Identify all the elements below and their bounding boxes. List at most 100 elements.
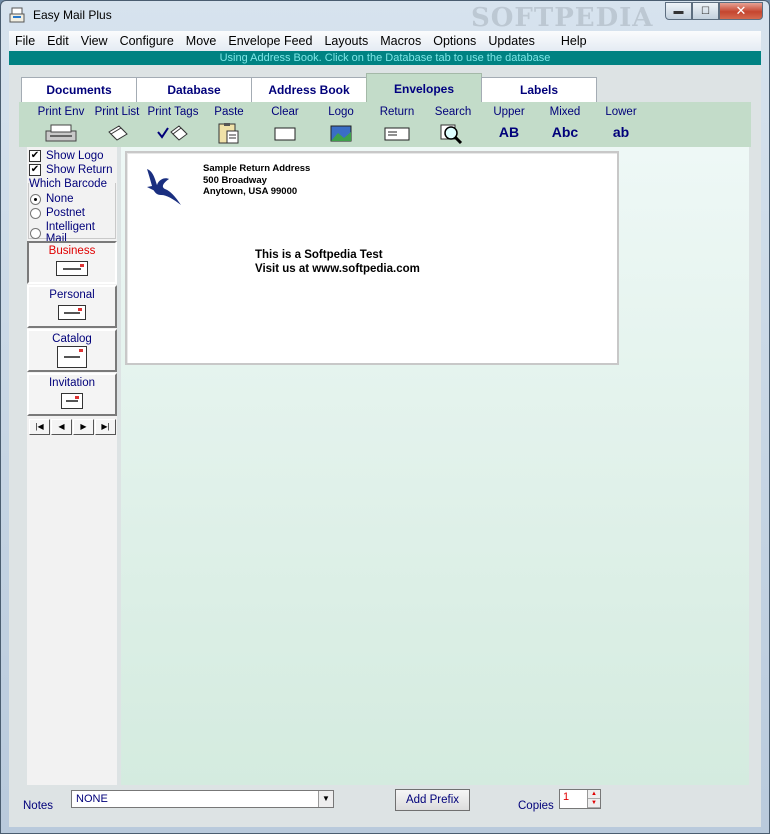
lower-case-button[interactable]: Lower ab <box>593 106 649 140</box>
menu-edit[interactable]: Edit <box>41 34 75 48</box>
logo-button[interactable]: Logo <box>313 106 369 144</box>
radio-selected-icon <box>30 193 41 205</box>
nav-prev-button[interactable]: ◀ <box>51 419 72 435</box>
tab-database[interactable]: Database <box>136 77 252 102</box>
search-button[interactable]: Search <box>425 106 481 144</box>
return-address-line: 500 Broadway <box>203 175 267 186</box>
radio-icon <box>30 207 41 219</box>
check-icon: ✔ <box>29 164 41 176</box>
close-button[interactable]: ✕ <box>719 2 763 20</box>
bottom-bar: Notes NONE ▼ Add Prefix Copies 1 ▲ ▼ <box>9 785 761 827</box>
maximize-button[interactable]: ☐ <box>692 2 719 20</box>
catalog-envelope-icon <box>57 346 87 368</box>
menu-file[interactable]: File <box>9 34 41 48</box>
paste-icon <box>218 123 239 144</box>
show-return-label: Show Return <box>46 164 113 176</box>
logo-bird-icon <box>147 169 181 205</box>
tab-envelopes[interactable]: Envelopes <box>366 73 482 103</box>
show-logo-checkbox[interactable]: ✔ Show Logo <box>29 150 104 162</box>
tab-documents[interactable]: Documents <box>21 77 137 102</box>
menu-macros[interactable]: Macros <box>374 34 427 48</box>
barcode-none-label: None <box>46 193 74 205</box>
window-title: Easy Mail Plus <box>33 8 112 22</box>
nav-next-button[interactable]: ▶ <box>73 419 94 435</box>
menu-layouts[interactable]: Layouts <box>318 34 374 48</box>
tags-icon <box>108 125 128 141</box>
nav-first-button[interactable]: |◀ <box>29 419 50 435</box>
menu-view[interactable]: View <box>75 34 114 48</box>
title-bar: Easy Mail Plus SOFTPEDIA ▬ ☐ ✕ <box>1 1 769 33</box>
logo-label: Logo <box>328 106 354 118</box>
invitation-envelope-icon <box>61 393 83 409</box>
toolbar: Print Env Print List Print Tags Paste Cl… <box>19 102 751 147</box>
print-envelope-button[interactable]: Print Env <box>33 106 89 144</box>
magnifier-icon <box>440 124 463 144</box>
personal-envelope-icon <box>58 305 86 320</box>
spin-buttons[interactable]: ▲ ▼ <box>587 790 600 808</box>
copies-label: Copies <box>518 800 554 812</box>
spin-up-icon[interactable]: ▲ <box>588 790 600 799</box>
barcode-group-title: Which Barcode <box>29 178 109 190</box>
return-address-icon <box>384 127 410 141</box>
print-tags-label: Print Tags <box>147 106 199 118</box>
menu-envelope-feed[interactable]: Envelope Feed <box>222 34 318 48</box>
envelope-type-business[interactable]: Business <box>27 241 117 284</box>
envelope-type-personal[interactable]: Personal <box>27 285 117 328</box>
clear-button[interactable]: Clear <box>257 106 313 144</box>
envelope-type-invitation[interactable]: Invitation <box>27 373 117 416</box>
mixed-case-icon: Abc <box>551 124 579 140</box>
barcode-radio-none[interactable]: None <box>30 193 74 205</box>
envelope-preview[interactable]: Sample Return Address 500 Broadway Anyto… <box>125 151 619 365</box>
check-tags-icon <box>157 125 188 141</box>
business-envelope-icon <box>56 261 88 276</box>
print-envelope-label: Print Env <box>37 106 85 118</box>
mixed-case-button[interactable]: Mixed Abc <box>537 106 593 140</box>
app-frame: Documents Database Address Book Envelope… <box>9 65 761 827</box>
clear-label: Clear <box>271 106 299 118</box>
print-list-button[interactable]: Print List <box>89 106 145 144</box>
status-message: Using Address Book. Click on the Databas… <box>9 51 761 65</box>
options-panel: ✔ Show Logo ✔ Show Return Which Barcode … <box>27 147 117 787</box>
envelope-type-catalog[interactable]: Catalog <box>27 329 117 372</box>
barcode-radio-postnet[interactable]: Postnet <box>30 207 85 219</box>
tab-labels[interactable]: Labels <box>481 77 597 102</box>
print-tags-button[interactable]: Print Tags <box>145 106 201 144</box>
return-address-line: Sample Return Address <box>203 163 311 174</box>
envelope-type-label: Business <box>48 245 96 257</box>
paste-button[interactable]: Paste <box>201 106 257 144</box>
add-prefix-button[interactable]: Add Prefix <box>395 789 470 811</box>
show-logo-label: Show Logo <box>46 150 104 162</box>
return-label: Return <box>379 106 415 118</box>
envelope-type-label: Personal <box>49 289 95 301</box>
app-icon <box>9 7 25 23</box>
spin-down-icon[interactable]: ▼ <box>588 799 600 808</box>
minimize-button[interactable]: ▬ <box>665 2 692 20</box>
print-list-label: Print List <box>94 106 140 118</box>
menu-options[interactable]: Options <box>427 34 482 48</box>
search-label: Search <box>434 106 472 118</box>
paste-label: Paste <box>214 106 244 118</box>
upper-case-icon: AB <box>498 124 520 140</box>
menu-updates[interactable]: Updates <box>482 34 541 48</box>
tab-address-book[interactable]: Address Book <box>251 77 367 102</box>
menu-configure[interactable]: Configure <box>114 34 180 48</box>
radio-icon <box>30 227 41 239</box>
dropdown-arrow-icon[interactable]: ▼ <box>318 791 333 807</box>
notes-dropdown[interactable]: NONE ▼ <box>71 790 334 808</box>
menu-help[interactable]: Help <box>555 34 593 48</box>
copies-value: 1 <box>563 791 570 803</box>
return-button[interactable]: Return <box>369 106 425 144</box>
upper-label: Upper <box>493 106 525 118</box>
nav-last-button[interactable]: ▶| <box>95 419 116 435</box>
barcode-postnet-label: Postnet <box>46 207 85 219</box>
menu-move[interactable]: Move <box>180 34 223 48</box>
envelope-type-label: Catalog <box>52 333 92 345</box>
notes-label: Notes <box>23 800 54 812</box>
show-return-checkbox[interactable]: ✔ Show Return <box>29 164 112 176</box>
upper-case-button[interactable]: Upper AB <box>481 106 537 140</box>
envelope-type-label: Invitation <box>48 377 96 389</box>
recipient-address-line: This is a Softpedia Test <box>255 249 383 261</box>
return-address-line: Anytown, USA 99000 <box>203 186 298 197</box>
mixed-label: Mixed <box>549 106 581 118</box>
copies-stepper[interactable]: 1 ▲ ▼ <box>559 789 601 809</box>
